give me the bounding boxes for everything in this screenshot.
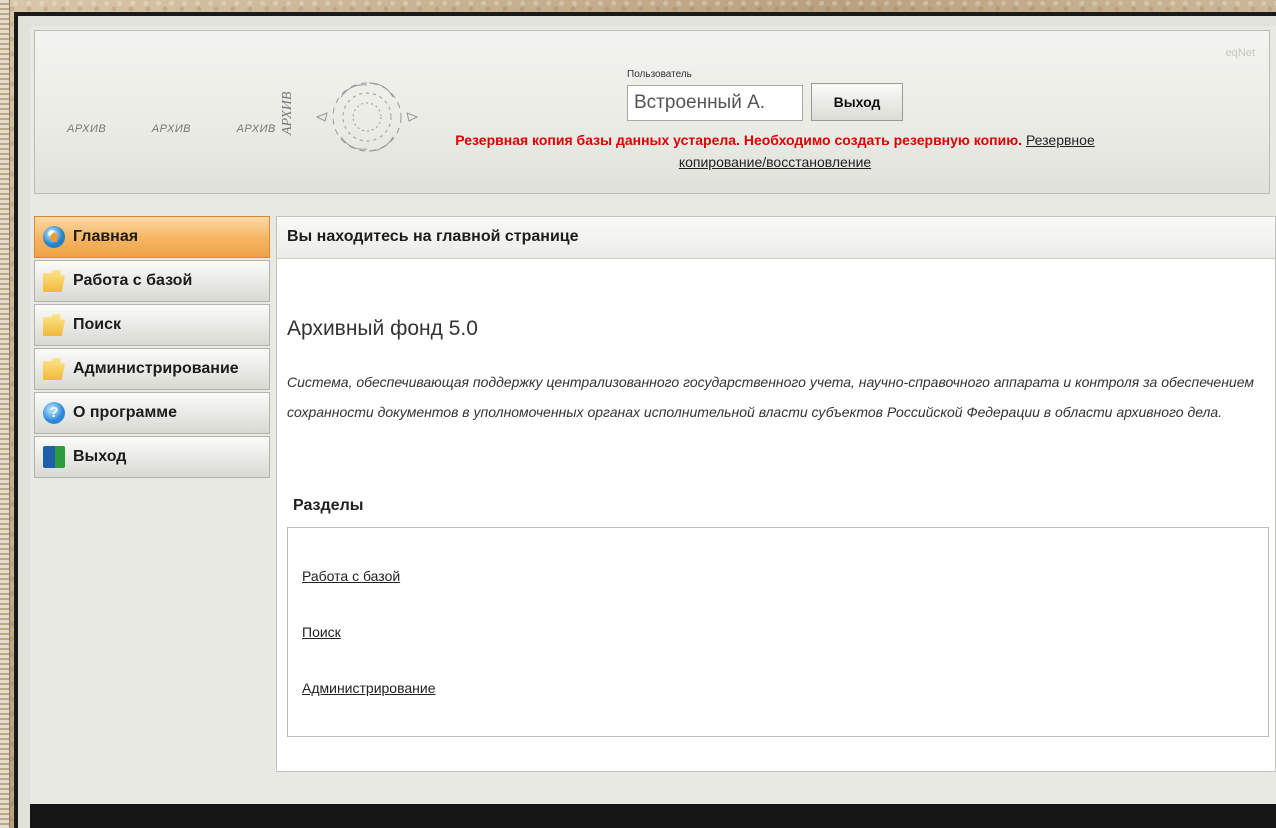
page-title: Архивный фонд 5.0 (287, 317, 478, 340)
sidebar-item-label: Работа с базой (73, 272, 193, 289)
logo-vertical-word: АРХИВ (280, 91, 295, 136)
location-header: Вы находитесь на главной странице (277, 217, 1275, 259)
section-link-search[interactable]: Поиск (302, 624, 341, 640)
archive-logo-icon: АРХИВ (280, 82, 419, 152)
app-header: АРХИВ АРХИВ АРХИВ АРХИВ eqNet Пользовате… (34, 30, 1270, 194)
sections-title: Разделы (293, 497, 364, 514)
backup-warning: Резервная копия базы данных устарела. Не… (435, 129, 1115, 173)
browser-frame: АРХИВ АРХИВ АРХИВ АРХИВ eqNet Пользовате… (14, 12, 1276, 828)
sidebar-item-exit[interactable]: Выход (34, 436, 270, 478)
user-field[interactable]: Встроенный А. (627, 85, 803, 121)
section-link-database[interactable]: Работа с базой (302, 568, 400, 584)
logo-word: АРХИВ (67, 123, 107, 135)
bottom-bar (30, 804, 1276, 828)
folder-icon (43, 358, 65, 380)
desktop-left-strip (0, 0, 10, 828)
exit-icon (43, 446, 65, 468)
app-description: Система, обеспечивающая поддержку центра… (287, 374, 1254, 420)
backup-warning-text: Резервная копия базы данных устарела. Не… (455, 132, 1023, 148)
section-link-admin[interactable]: Администрирование (302, 680, 436, 696)
logo-word: АРХИВ (151, 123, 192, 135)
sidebar-item-label: Главная (73, 228, 139, 245)
brand-label: eqNet (1225, 47, 1255, 59)
sidebar-nav: Главная Работа с базой Поиск Администрир… (34, 216, 270, 480)
sidebar-item-database[interactable]: Работа с базой (34, 260, 270, 302)
user-label: Пользователь (627, 69, 692, 80)
app-window: АРХИВ АРХИВ АРХИВ АРХИВ eqNet Пользовате… (18, 16, 1276, 828)
main-content: Вы находитесь на главной странице Архивн… (276, 216, 1276, 772)
sidebar-item-about[interactable]: ? О программе (34, 392, 270, 434)
help-icon: ? (43, 402, 65, 424)
folder-icon (43, 270, 65, 292)
sidebar-item-label: Администрирование (73, 360, 239, 377)
sidebar-item-label: О программе (73, 404, 178, 421)
sections-box: Работа с базой Поиск Администрирование (287, 527, 1269, 737)
home-icon (43, 226, 65, 248)
folder-icon (43, 314, 65, 336)
logout-button[interactable]: Выход (811, 83, 903, 121)
sidebar-item-search[interactable]: Поиск (34, 304, 270, 346)
sidebar-item-label: Поиск (73, 316, 122, 333)
sidebar-item-label: Выход (73, 448, 127, 465)
sidebar-item-admin[interactable]: Администрирование (34, 348, 270, 390)
sidebar-item-home[interactable]: Главная (34, 216, 270, 258)
